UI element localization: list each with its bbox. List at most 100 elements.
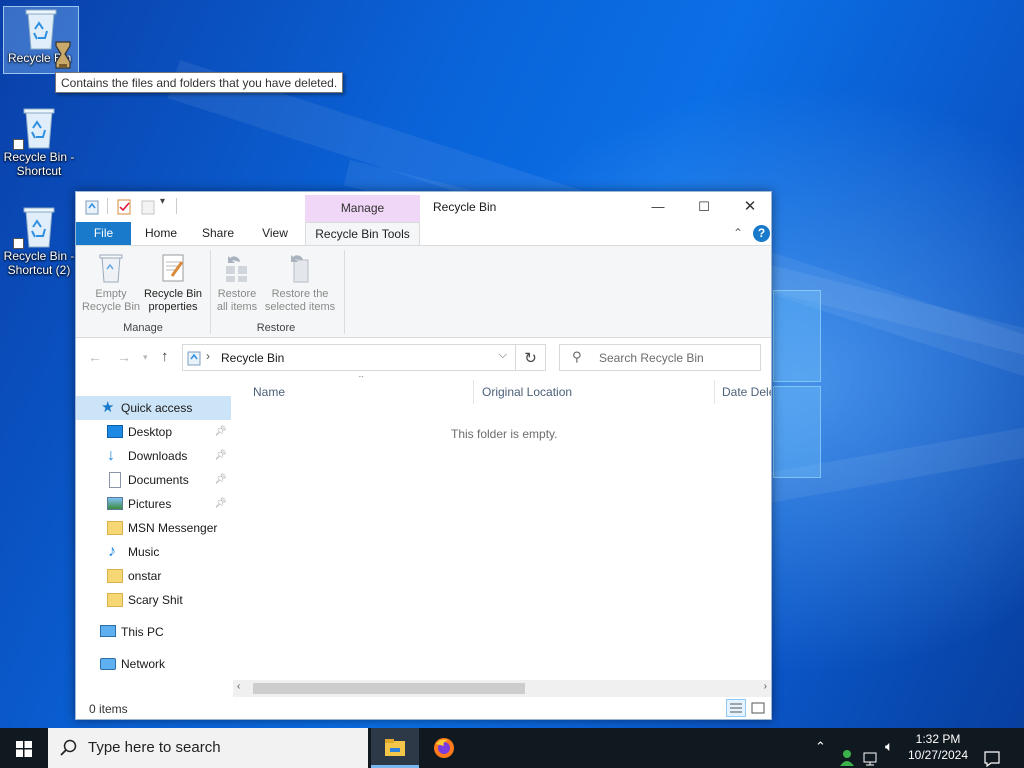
taskbar-search-box[interactable]: Type here to search — [48, 728, 368, 768]
document-icon — [109, 472, 121, 488]
star-icon: ★ — [101, 399, 115, 416]
network-icon[interactable] — [862, 739, 880, 768]
nav-this-pc[interactable]: This PC — [76, 620, 231, 644]
nav-label: MSN Messenger — [128, 521, 218, 535]
up-arrow-icon[interactable]: ↑ — [161, 348, 169, 365]
desktop-icon-recycle-bin-shortcut-2[interactable]: Recycle Bin - Shortcut (2) — [1, 205, 77, 277]
scroll-left-icon[interactable]: ‹ — [237, 681, 240, 692]
nav-label: Desktop — [128, 425, 173, 439]
back-arrow-icon[interactable]: ← — [88, 349, 102, 365]
folder-icon — [107, 521, 123, 535]
forward-arrow-icon[interactable]: → — [117, 349, 131, 365]
collapse-ribbon-icon[interactable]: ⌃ — [733, 226, 743, 240]
recycle-bin-small-icon — [187, 351, 201, 366]
folder-icon — [107, 593, 123, 607]
column-divider[interactable] — [714, 380, 715, 404]
recycle-bin-properties-button[interactable]: Recycle Bin properties — [142, 252, 204, 314]
column-divider[interactable] — [473, 380, 474, 404]
wallpaper-logo-pane — [773, 290, 821, 382]
picture-icon — [107, 497, 123, 510]
status-bar: 0 items — [76, 697, 771, 719]
ribbon-separator — [344, 250, 345, 334]
nav-item-music[interactable]: ♪ Music — [76, 540, 231, 564]
details-view-icon — [730, 703, 742, 713]
column-header-original-location[interactable]: Original Location — [482, 385, 572, 399]
ribbon-group-manage-label: Manage — [123, 322, 163, 334]
tab-file[interactable]: File — [76, 222, 131, 245]
tab-home[interactable]: Home — [134, 222, 188, 245]
title-bar[interactable]: ▾ Manage Recycle Bin — ☐ ✕ — [76, 192, 771, 222]
nav-item-documents[interactable]: Documents 📌︎ — [76, 468, 231, 492]
scroll-right-icon[interactable]: › — [764, 681, 767, 692]
restore-selected-items-button[interactable]: Restore the selected items — [262, 252, 338, 314]
folder-icon — [107, 569, 123, 583]
restore-all-items-button[interactable]: Restore all items — [212, 252, 262, 314]
ribbon: Empty Recycle Bin Recycle Bin properties… — [76, 245, 771, 338]
address-bar[interactable]: › Recycle Bin ⌵ — [182, 344, 516, 371]
search-box[interactable]: ⚲ Search Recycle Bin — [559, 344, 761, 371]
search-icon: ⚲ — [572, 349, 582, 364]
taskbar-file-explorer[interactable] — [371, 728, 419, 768]
context-tab-manage: Manage — [305, 195, 420, 222]
clock[interactable]: 1:32 PM 10/27/2024 — [898, 731, 978, 763]
column-header-date-deleted[interactable]: Date Dele — [722, 385, 771, 399]
tab-view[interactable]: View — [248, 222, 302, 245]
column-header-name[interactable]: Name — [253, 385, 285, 399]
empty-folder-message: This folder is empty. — [451, 427, 558, 441]
desktop-icon-label: Recycle Bin - Shortcut (2) — [3, 249, 75, 277]
recycle-bin-icon — [23, 108, 55, 149]
nav-item-msn-messenger[interactable]: MSN Messenger — [76, 516, 231, 540]
large-icons-view-icon — [751, 702, 765, 714]
properties-icon — [162, 254, 184, 282]
recent-locations-icon[interactable]: ▾ — [143, 352, 148, 363]
desktop-icon-recycle-bin-shortcut[interactable]: Recycle Bin - Shortcut — [1, 106, 77, 178]
wallpaper-logo-pane — [773, 386, 821, 478]
recycle-bin-properties-label: Recycle Bin properties — [143, 288, 203, 313]
show-hidden-icons-button[interactable]: ⌃ — [815, 739, 826, 768]
new-folder-icon[interactable] — [140, 198, 156, 216]
empty-recycle-bin-button[interactable]: Empty Recycle Bin — [80, 252, 142, 314]
explorer-window: ▾ Manage Recycle Bin — ☐ ✕ File Home Sha… — [75, 191, 772, 720]
refresh-button[interactable]: ↻ — [516, 344, 546, 371]
volume-icon[interactable]: 🔈︎ — [885, 738, 893, 768]
ribbon-group-restore-label: Restore — [256, 322, 296, 334]
taskbar-firefox[interactable] — [420, 728, 468, 768]
horizontal-scrollbar[interactable]: ‹ › — [233, 680, 771, 697]
empty-recycle-bin-label: Empty Recycle Bin — [81, 288, 141, 313]
ribbon-tabs: File Home Share View Recycle Bin Tools ⌃… — [76, 222, 771, 246]
nav-label: Quick access — [121, 401, 193, 415]
recycle-bin-icon — [23, 207, 55, 248]
details-view-button[interactable] — [726, 699, 746, 717]
recycle-bin-small-icon[interactable] — [84, 198, 100, 216]
busy-cursor-icon — [55, 41, 71, 69]
file-explorer-icon — [385, 739, 405, 756]
nav-item-desktop[interactable]: Desktop 📌︎ — [76, 420, 231, 444]
nav-network[interactable]: Network — [76, 652, 231, 676]
computer-icon — [100, 625, 116, 637]
scrollbar-thumb[interactable] — [253, 683, 525, 694]
address-dropdown-icon[interactable]: ⌵ — [499, 349, 507, 362]
nav-item-onstar[interactable]: onstar — [76, 564, 231, 588]
qat-customize-icon[interactable]: ▾ — [160, 196, 165, 214]
notification-icon[interactable] — [983, 739, 1001, 768]
nav-label: This PC — [121, 625, 164, 639]
pin-icon: 📌︎ — [214, 498, 227, 509]
close-button[interactable]: ✕ — [727, 192, 773, 221]
nav-quick-access[interactable]: ★ Quick access — [76, 396, 231, 420]
large-icons-view-button[interactable] — [748, 699, 768, 717]
maximize-button[interactable]: ☐ — [681, 192, 727, 221]
nav-item-scary-shit[interactable]: Scary Shit — [76, 588, 231, 612]
start-button[interactable] — [0, 728, 48, 768]
minimize-button[interactable]: — — [635, 192, 681, 221]
people-icon[interactable] — [838, 738, 856, 768]
restore-selected-icon — [291, 255, 309, 283]
file-list[interactable]: ⌃ Name Original Location Date Dele This … — [233, 376, 771, 680]
breadcrumb-separator-icon: › — [206, 349, 210, 363]
help-icon[interactable]: ? — [753, 225, 770, 242]
properties-icon[interactable] — [116, 198, 132, 216]
tab-share[interactable]: Share — [191, 222, 245, 245]
nav-item-pictures[interactable]: Pictures 📌︎ — [76, 492, 231, 516]
tab-recycle-bin-tools[interactable]: Recycle Bin Tools — [305, 222, 420, 246]
nav-item-downloads[interactable]: ↓ Downloads 📌︎ — [76, 444, 231, 468]
breadcrumb-recycle-bin[interactable]: Recycle Bin — [221, 351, 284, 365]
